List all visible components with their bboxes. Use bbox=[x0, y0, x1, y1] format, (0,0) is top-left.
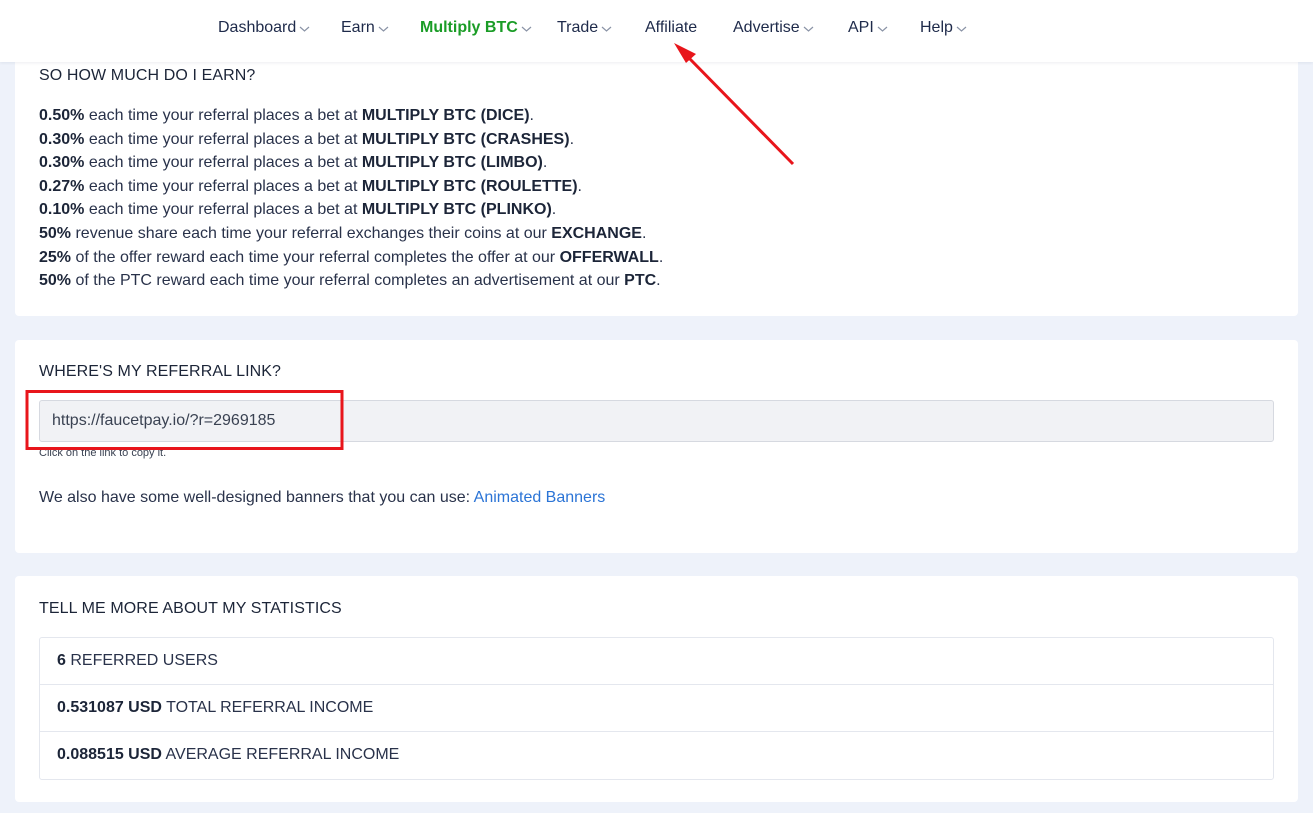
chevron-down-icon bbox=[378, 26, 389, 32]
nav-help[interactable]: Help bbox=[920, 17, 967, 39]
nav-affiliate-label: Affiliate bbox=[645, 19, 698, 36]
earnings-line: 0.27% each time your referral places a b… bbox=[39, 175, 663, 199]
earnings-card: SO HOW MUCH DO I EARN? 0.50% each time y… bbox=[15, 50, 1298, 316]
earnings-line: 0.30% each time your referral places a b… bbox=[39, 151, 663, 175]
earnings-line: 25% of the offer reward each time your r… bbox=[39, 246, 663, 270]
earnings-line: 50% of the PTC reward each time your ref… bbox=[39, 269, 663, 293]
earnings-end: . bbox=[551, 201, 557, 219]
earnings-target: MULTIPLY BTC (PLINKO) bbox=[361, 201, 552, 219]
statistics-list: 6 REFERRED USERS 0.531087 USD TOTAL REFE… bbox=[39, 637, 1274, 780]
stat-value: 0.531087 USD bbox=[57, 699, 162, 716]
nav-multiply-btc-label: Multiply BTC bbox=[420, 19, 518, 36]
earnings-text: each time your referral places a bet at bbox=[84, 107, 362, 124]
earnings-text: of the PTC reward each time your referra… bbox=[71, 272, 625, 290]
nav-earn[interactable]: Earn bbox=[341, 17, 389, 39]
earnings-rate: 0.10% bbox=[39, 201, 85, 219]
nav-api[interactable]: API bbox=[848, 17, 888, 39]
referral-link-input[interactable] bbox=[39, 400, 1274, 442]
earnings-text: each time your referral places a bet at bbox=[84, 201, 362, 219]
top-navbar: Dashboard Earn Multiply BTC Trade Affili… bbox=[0, 0, 1313, 62]
statistics-title: TELL ME MORE ABOUT MY STATISTICS bbox=[39, 600, 342, 617]
stat-average-income: 0.088515 USD AVERAGE REFERRAL INCOME bbox=[40, 732, 1273, 779]
chevron-down-icon bbox=[956, 26, 967, 32]
earnings-target: MULTIPLY BTC (ROULETTE) bbox=[361, 177, 578, 195]
stat-referred-users: 6 REFERRED USERS bbox=[40, 638, 1273, 685]
referral-card: WHERE'S MY REFERRAL LINK? Click on the l… bbox=[15, 340, 1298, 553]
earnings-target: EXCHANGE bbox=[551, 224, 642, 242]
earnings-rate: 25% bbox=[39, 248, 72, 266]
earnings-rate: 50% bbox=[39, 272, 72, 290]
earnings-rate: 0.50% bbox=[39, 107, 85, 124]
earnings-text: revenue share each time your referral ex… bbox=[71, 224, 552, 242]
stat-total-income: 0.531087 USD TOTAL REFERRAL INCOME bbox=[40, 685, 1273, 732]
nav-advertise-label: Advertise bbox=[733, 19, 800, 36]
nav-dashboard[interactable]: Dashboard bbox=[218, 17, 310, 39]
earnings-text: each time your referral places a bet at bbox=[84, 130, 362, 148]
earnings-text: of the offer reward each time your refer… bbox=[71, 248, 560, 266]
earnings-target: MULTIPLY BTC (DICE) bbox=[361, 107, 530, 124]
earnings-line: 0.10% each time your referral places a b… bbox=[39, 198, 663, 222]
nav-earn-label: Earn bbox=[341, 19, 375, 36]
chevron-down-icon bbox=[803, 26, 814, 32]
stat-value: 0.088515 USD bbox=[57, 746, 162, 763]
earnings-line: 0.30% each time your referral places a b… bbox=[39, 128, 663, 152]
nav-multiply-btc[interactable]: Multiply BTC bbox=[420, 17, 532, 39]
earnings-end: . bbox=[656, 272, 661, 290]
nav-api-label: API bbox=[848, 19, 874, 36]
earnings-text: each time your referral places a bet at bbox=[84, 177, 362, 195]
nav-trade-label: Trade bbox=[557, 19, 599, 36]
earnings-title: SO HOW MUCH DO I EARN? bbox=[39, 67, 256, 84]
stat-label: REFERRED USERS bbox=[65, 652, 218, 669]
stat-label: AVERAGE REFERRAL INCOME bbox=[161, 746, 400, 763]
stat-value: 6 bbox=[57, 652, 66, 669]
nav-help-label: Help bbox=[920, 19, 953, 36]
earnings-target: OFFERWALL bbox=[559, 248, 659, 266]
earnings-rate: 50% bbox=[39, 224, 72, 242]
nav-trade[interactable]: Trade bbox=[557, 17, 612, 39]
chevron-down-icon bbox=[521, 26, 532, 32]
animated-banners-link[interactable]: Animated Banners bbox=[474, 489, 606, 506]
earnings-text: each time your referral places a bet at bbox=[84, 154, 362, 172]
nav-advertise[interactable]: Advertise bbox=[733, 17, 814, 39]
earnings-line: 0.50% each time your referral places a b… bbox=[39, 104, 663, 128]
copy-hint: Click on the link to copy it. bbox=[39, 447, 167, 459]
earnings-end: . bbox=[577, 177, 582, 195]
earnings-rate: 0.30% bbox=[39, 154, 85, 172]
chevron-down-icon bbox=[299, 26, 310, 32]
earnings-end: . bbox=[542, 154, 548, 172]
earnings-rate: 0.30% bbox=[39, 130, 85, 148]
statistics-card: TELL ME MORE ABOUT MY STATISTICS 6 REFER… bbox=[15, 576, 1298, 802]
referral-title: WHERE'S MY REFERRAL LINK? bbox=[39, 363, 282, 380]
chevron-down-icon bbox=[601, 26, 612, 32]
banner-text: We also have some well-designed banners … bbox=[39, 489, 605, 507]
earnings-target: MULTIPLY BTC (LIMBO) bbox=[361, 154, 543, 172]
nav-dashboard-label: Dashboard bbox=[218, 19, 297, 36]
earnings-end: . bbox=[641, 224, 647, 242]
earnings-rate: 0.27% bbox=[39, 177, 85, 195]
banner-text-label: We also have some well-designed banners … bbox=[39, 489, 474, 506]
earnings-list: 0.50% each time your referral places a b… bbox=[39, 104, 663, 293]
stat-label: TOTAL REFERRAL INCOME bbox=[161, 699, 374, 716]
earnings-end: . bbox=[569, 130, 575, 148]
earnings-line: 50% revenue share each time your referra… bbox=[39, 222, 663, 246]
earnings-end: . bbox=[529, 107, 534, 124]
earnings-target: PTC bbox=[624, 272, 657, 290]
nav-affiliate[interactable]: Affiliate bbox=[645, 17, 697, 39]
earnings-target: MULTIPLY BTC (CRASHES) bbox=[361, 130, 570, 148]
earnings-end: . bbox=[658, 248, 664, 266]
chevron-down-icon bbox=[877, 26, 888, 32]
